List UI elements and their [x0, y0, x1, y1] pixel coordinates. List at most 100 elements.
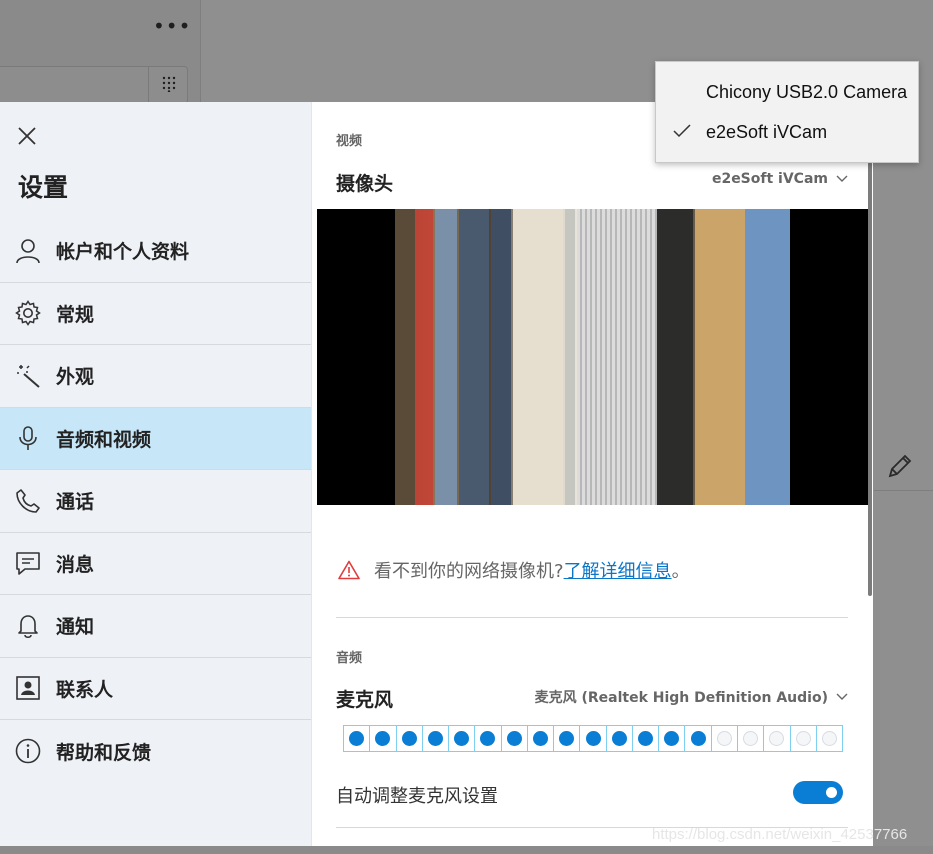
settings-sidebar: 设置 帐户和个人资料 常规 外观 音频和视频 通话 消息 通知 联系人 帮助和反…	[0, 102, 312, 846]
camera-warning: 看不到你的网络摄像机? 了解详细信息 。	[338, 557, 690, 583]
meter-segment	[397, 726, 423, 751]
meter-dot	[795, 731, 811, 746]
sidebar-item-general[interactable]: 常规	[0, 283, 311, 345]
meter-dot	[427, 731, 443, 746]
checkmark-icon	[673, 124, 691, 138]
sidebar-item-contacts[interactable]: 联系人	[0, 658, 311, 720]
meter-dot	[375, 731, 391, 746]
background-footer	[0, 846, 933, 854]
meter-dot	[743, 731, 759, 746]
info-icon	[14, 737, 42, 765]
warning-icon	[338, 560, 360, 580]
message-icon	[14, 549, 42, 577]
sidebar-item-label: 常规	[56, 303, 95, 326]
meter-segment	[370, 726, 397, 751]
sidebar-item-account[interactable]: 帐户和个人资料	[0, 220, 311, 283]
microphone-selected-value: 麦克风 (Realtek High Definition Audio)	[534, 690, 828, 706]
watermark: https://blog.csdn.net/weixin_42537766	[652, 826, 908, 843]
phone-icon	[14, 487, 42, 515]
sidebar-item-help[interactable]: 帮助和反馈	[0, 720, 311, 783]
background-divider	[200, 0, 201, 104]
sidebar-item-audio-video[interactable]: 音频和视频	[0, 407, 311, 470]
meter-segment	[607, 726, 633, 751]
sidebar-item-label: 音频和视频	[56, 428, 152, 451]
camera-option-ivcam[interactable]: e2eSoft iVCam	[656, 112, 918, 152]
microphone-label: 麦克风	[336, 689, 394, 711]
meter-dot	[716, 731, 732, 746]
meter-dot	[611, 731, 627, 746]
contact-card-icon	[14, 674, 42, 702]
sidebar-item-label: 外观	[56, 366, 95, 389]
meter-dot	[349, 731, 365, 746]
settings-dialog: 设置 帐户和个人资料 常规 外观 音频和视频 通话 消息 通知 联系人 帮助和反…	[0, 102, 873, 846]
warning-text: 看不到你的网络摄像机?	[374, 561, 564, 582]
microphone-icon	[14, 424, 42, 452]
gear-icon	[14, 299, 42, 327]
meter-segment	[344, 726, 371, 751]
sidebar-item-label: 帮助和反馈	[56, 741, 152, 764]
meter-segment	[659, 726, 686, 751]
meter-segment	[580, 726, 607, 751]
chevron-down-icon	[836, 693, 848, 700]
meter-segment	[764, 726, 791, 751]
sidebar-item-calling[interactable]: 通话	[0, 470, 311, 533]
meter-dot	[638, 731, 654, 746]
sidebar-item-label: 联系人	[56, 678, 114, 701]
sidebar-item-label: 帐户和个人资料	[56, 241, 190, 264]
pencil-icon[interactable]	[884, 450, 916, 482]
meter-segment	[738, 726, 765, 751]
meter-dot	[401, 731, 417, 746]
sidebar-item-appearance[interactable]: 外观	[0, 345, 311, 408]
meter-dot	[585, 731, 601, 746]
bell-icon	[14, 612, 42, 640]
close-icon	[18, 127, 36, 145]
meter-segment	[633, 726, 660, 751]
meter-segment	[817, 726, 842, 751]
sidebar-item-notifications[interactable]: 通知	[0, 595, 311, 658]
sidebar-item-label: 通话	[56, 491, 95, 514]
settings-title: 设置	[18, 173, 69, 202]
dialpad-button[interactable]	[148, 66, 188, 102]
auto-adjust-label: 自动调整麦克风设置	[336, 786, 498, 807]
camera-option-chicony[interactable]: Chicony USB2.0 Camera	[656, 72, 918, 112]
meter-dot	[532, 731, 548, 746]
scrollbar[interactable]	[868, 162, 872, 596]
settings-content: 视频 摄像头 e2eSoft iVCam 看不到你的网络摄像机? 了解详细信息 …	[312, 102, 873, 846]
background-divider	[874, 490, 933, 491]
warning-end: 。	[671, 561, 690, 582]
settings-nav: 帐户和个人资料 常规 外观 音频和视频 通话 消息 通知 联系人 帮助和反馈	[0, 220, 311, 783]
toggle-knob	[826, 787, 837, 798]
microphone-dropdown[interactable]: 麦克风 (Realtek High Definition Audio)	[535, 687, 848, 707]
camera-dropdown[interactable]: e2eSoft iVCam	[712, 171, 848, 187]
meter-dot	[664, 731, 680, 746]
meter-segment	[423, 726, 450, 751]
camera-label: 摄像头	[336, 173, 394, 195]
section-divider	[336, 617, 848, 618]
meter-dot	[454, 731, 470, 746]
chevron-down-icon	[836, 175, 848, 182]
meter-dot	[506, 731, 522, 746]
meter-dot	[559, 731, 575, 746]
video-section-label: 视频	[336, 134, 363, 149]
learn-more-link[interactable]: 了解详细信息	[564, 557, 672, 583]
meter-segment	[475, 726, 502, 751]
camera-selected-value: e2eSoft iVCam	[711, 171, 828, 187]
camera-preview	[317, 209, 868, 505]
meter-segment	[449, 726, 476, 751]
meter-dot	[769, 731, 785, 746]
sidebar-item-label: 通知	[56, 616, 95, 639]
meter-segment	[685, 726, 712, 751]
camera-option-label: e2eSoft iVCam	[706, 121, 828, 142]
meter-segment	[528, 726, 555, 751]
auto-adjust-toggle[interactable]	[793, 781, 843, 804]
camera-menu: Chicony USB2.0 Camera e2eSoft iVCam	[655, 61, 919, 163]
sidebar-item-messaging[interactable]: 消息	[0, 533, 311, 595]
microphone-level-meter	[343, 725, 843, 752]
camera-option-label: Chicony USB2.0 Camera	[706, 81, 908, 102]
audio-section-label: 音频	[336, 651, 363, 666]
more-options-icon[interactable]: •••	[153, 14, 191, 38]
meter-dot	[821, 731, 837, 746]
meter-dot	[480, 731, 496, 746]
meter-segment	[712, 726, 738, 751]
close-button[interactable]	[12, 121, 42, 151]
